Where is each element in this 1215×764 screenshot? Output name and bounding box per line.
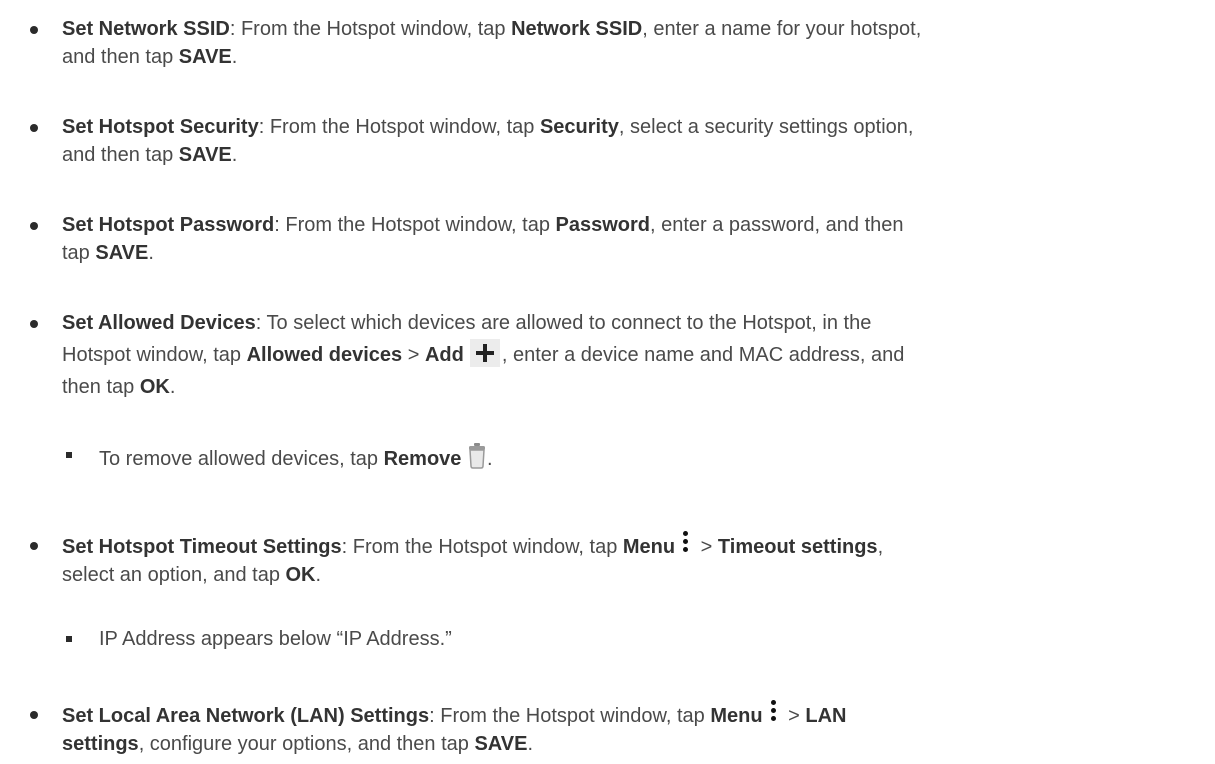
bullet xyxy=(30,711,38,719)
square-bullet xyxy=(66,636,72,642)
trash-icon xyxy=(468,443,485,469)
list-item-text: Set Hotspot Timeout Settings: From the H… xyxy=(62,531,1202,589)
plus-icon xyxy=(469,339,500,367)
bullet xyxy=(30,542,38,550)
item-title: Set Local Area Network (LAN) Settings xyxy=(62,705,430,727)
item-title: Set Hotspot Password xyxy=(62,214,275,236)
sub-item-text: IP Address appears below “IP Address.” xyxy=(99,628,452,650)
list-item-text: Set Local Area Network (LAN) Settings: F… xyxy=(62,700,1202,758)
bullet xyxy=(30,124,38,132)
bullet xyxy=(30,26,38,34)
more-vertical-icon xyxy=(769,700,779,724)
bullet xyxy=(30,320,38,328)
item-title: Set Hotspot Security xyxy=(62,116,259,138)
sub-item-text: To remove allowed devices, tap Remove . xyxy=(99,441,1199,473)
square-bullet xyxy=(66,452,72,458)
item-title: Set Network SSID xyxy=(62,18,230,40)
item-title: Set Hotspot Timeout Settings xyxy=(62,536,342,558)
list-item-text: Set Hotspot Password: From the Hotspot w… xyxy=(62,214,904,264)
bullet xyxy=(30,222,38,230)
list-item-text: Set Hotspot Security: From the Hotspot w… xyxy=(62,116,914,166)
list-item-text: Set Network SSID: From the Hotspot windo… xyxy=(62,18,922,68)
item-title: Set Allowed Devices xyxy=(62,312,256,334)
more-vertical-icon xyxy=(681,531,691,555)
list-item-text: Set Allowed Devices: To select which dev… xyxy=(62,312,905,398)
